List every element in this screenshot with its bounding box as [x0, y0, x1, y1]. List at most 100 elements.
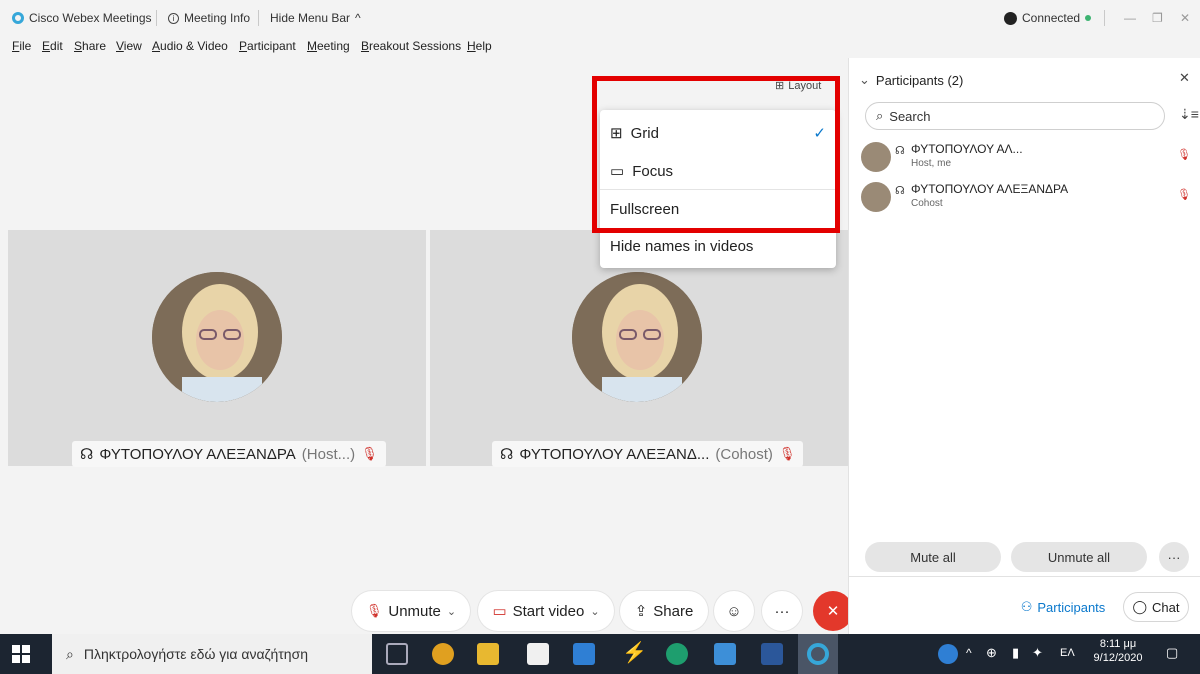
file-explorer-icon[interactable]: [477, 643, 499, 665]
reactions-button[interactable]: ☺: [714, 591, 754, 631]
word-icon[interactable]: [761, 643, 783, 665]
chat-tab[interactable]: ◯ Chat: [1123, 592, 1189, 622]
search-icon: ⌕: [66, 645, 74, 662]
participant-photo: [152, 272, 282, 402]
lightning-app-icon[interactable]: ⚡: [622, 640, 647, 665]
taskbar-search-box[interactable]: ⌕ Πληκτρολογήστε εδώ για αναζήτηση: [52, 634, 372, 674]
notification-icon[interactable]: ▢: [1166, 645, 1178, 661]
menu-meeting[interactable]: Meeting: [307, 39, 350, 53]
language-indicator[interactable]: ΕΛ: [1060, 647, 1075, 659]
panel-header[interactable]: ⌄ Participants (2): [859, 72, 963, 88]
close-window-button[interactable]: ✕: [1180, 11, 1190, 25]
layout-menu: ⊞ Grid ✓ ▭ Focus Fullscreen Hide names i…: [600, 110, 836, 268]
layout-button[interactable]: ⊞ Layout: [775, 79, 821, 93]
avatar: [152, 272, 282, 402]
person-icon: ⚇: [1020, 599, 1033, 614]
layout-option-focus[interactable]: ▭ Focus: [610, 162, 673, 181]
layout-option-grid[interactable]: ⊞ Grid ✓: [610, 124, 826, 143]
edge-icon[interactable]: [666, 643, 688, 665]
webex-icon: [807, 643, 829, 665]
mic-muted-icon: 🎙: [778, 446, 796, 461]
meeting-info-button[interactable]: i Meeting Info: [168, 11, 250, 25]
layout-option-hide-names[interactable]: Hide names in videos: [610, 238, 753, 255]
restore-button[interactable]: ❐: [1152, 11, 1163, 25]
unmute-all-button[interactable]: Unmute all: [1011, 542, 1147, 572]
task-view-icon[interactable]: [386, 643, 408, 665]
avatar: ☊: [861, 142, 905, 172]
title-bar: Cisco Webex Meetings i Meeting Info Hide…: [0, 0, 1200, 36]
webex-logo-icon: [12, 12, 24, 24]
avatar: [572, 272, 702, 402]
sort-button[interactable]: ⇣≡: [1179, 106, 1199, 123]
volume-icon[interactable]: ▮: [1012, 645, 1019, 661]
search-icon: ⌕: [876, 108, 884, 123]
mail-icon[interactable]: [573, 643, 595, 665]
headset-icon: ☊: [80, 446, 94, 463]
menu-file[interactable]: File: [12, 39, 31, 53]
mic-muted-icon: 🎙: [1177, 189, 1191, 201]
menu-bar: File Edit Share View Audio & Video Parti…: [0, 36, 1200, 58]
windows-start-icon[interactable]: [12, 645, 30, 663]
participant-role: Cohost: [911, 198, 943, 209]
chrome-icon[interactable]: [432, 643, 454, 665]
end-meeting-button[interactable]: ✕: [813, 591, 853, 631]
dropbox-icon[interactable]: ✦: [1032, 645, 1043, 661]
close-icon: ✕: [1179, 70, 1190, 85]
close-panel-button[interactable]: ✕: [1179, 70, 1190, 86]
participants-tab[interactable]: ⚇ Participants: [1009, 592, 1117, 622]
chevron-down-icon: ⌄: [446, 605, 457, 618]
network-icon[interactable]: ⊕: [986, 645, 997, 661]
divider: [849, 576, 1200, 577]
store-icon[interactable]: [527, 643, 549, 665]
more-options-button[interactable]: ···: [762, 591, 802, 631]
menu-edit[interactable]: Edit: [42, 39, 63, 53]
video-off-icon: ▭: [492, 603, 507, 620]
mic-muted-icon: 🎙: [361, 446, 378, 461]
chevron-up-icon: ^: [355, 11, 361, 25]
menu-breakout-sessions[interactable]: Breakout Sessions: [361, 39, 461, 53]
chevron-down-icon: ⌄: [590, 605, 600, 618]
menu-help[interactable]: Help: [467, 39, 492, 53]
layout-option-fullscreen[interactable]: Fullscreen: [610, 201, 679, 218]
panel-more-button[interactable]: ···: [1159, 542, 1189, 572]
checkmark-icon: ✓: [813, 125, 826, 142]
menu-share[interactable]: Share: [74, 39, 106, 53]
start-video-button[interactable]: ▭ Start video ⌄: [478, 591, 614, 631]
photos-icon[interactable]: [714, 643, 736, 665]
participant-name: ΦΥΤΟΠΟΥΛΟΥ ΑΛ...: [911, 142, 1023, 156]
headset-icon: ☊: [500, 446, 514, 463]
windows-taskbar: ⌕ Πληκτρολογήστε εδώ για αναζήτηση ⚡ ^ ⊕…: [0, 634, 1200, 674]
headset-icon: ☊: [895, 185, 905, 197]
app-title: Cisco Webex Meetings: [12, 11, 152, 25]
help-icon[interactable]: [938, 644, 958, 664]
name-tag: ☊ ΦΥΤΟΠΟΥΛΟΥ ΑΛΕΞΑΝΔΡΑ (Host...) 🎙: [72, 441, 386, 467]
mute-all-button[interactable]: Mute all: [865, 542, 1001, 572]
participants-panel: ⌄ Participants (2) ✕ ⌕ Search ⇣≡ ☊ ΦΥΤΟΠ…: [848, 58, 1200, 634]
connection-status[interactable]: Connected: [1004, 11, 1092, 25]
menu-view[interactable]: View: [116, 39, 142, 53]
grid-icon: ⊞: [610, 125, 623, 142]
headset-icon: ☊: [895, 145, 905, 157]
close-icon: ✕: [1180, 11, 1191, 25]
participant-photo: [572, 272, 702, 402]
video-tile[interactable]: [8, 230, 426, 466]
connection-icon: [1004, 11, 1017, 25]
list-item[interactable]: ☊ ΦΥΤΟΠΟΥΛΟΥ ΑΛ... Host, me 🎙: [861, 142, 1191, 172]
chevron-up-icon[interactable]: ^: [966, 646, 972, 660]
minimize-icon: —: [1124, 11, 1136, 25]
webex-taskbar-button[interactable]: [798, 634, 838, 674]
menu-audio-video[interactable]: Audio & Video: [152, 39, 228, 53]
hide-menu-bar-button[interactable]: Hide Menu Bar ^: [270, 11, 361, 25]
participant-role: Host, me: [911, 158, 952, 169]
menu-participant[interactable]: Participant: [239, 39, 296, 53]
participant-name: ΦΥΤΟΠΟΥΛΟΥ ΑΛΕΞΑΝΔΡΑ: [911, 182, 1069, 196]
clock[interactable]: 8:11 μμ 9/12/2020: [1090, 638, 1146, 664]
mic-muted-icon: 🎙: [365, 603, 383, 618]
chevron-down-icon: ⌄: [859, 72, 870, 87]
minimize-button[interactable]: —: [1124, 11, 1136, 25]
share-button[interactable]: ⇪ Share: [620, 591, 708, 631]
unmute-button[interactable]: 🎙 Unmute ⌄: [352, 591, 470, 631]
name-tag: ☊ ΦΥΤΟΠΟΥΛΟΥ ΑΛΕΞΑΝΔ... (Cohost) 🎙: [492, 441, 804, 467]
list-item[interactable]: ☊ ΦΥΤΟΠΟΥΛΟΥ ΑΛΕΞΑΝΔΡΑ Cohost 🎙: [861, 182, 1191, 212]
search-input[interactable]: ⌕ Search: [865, 102, 1165, 130]
